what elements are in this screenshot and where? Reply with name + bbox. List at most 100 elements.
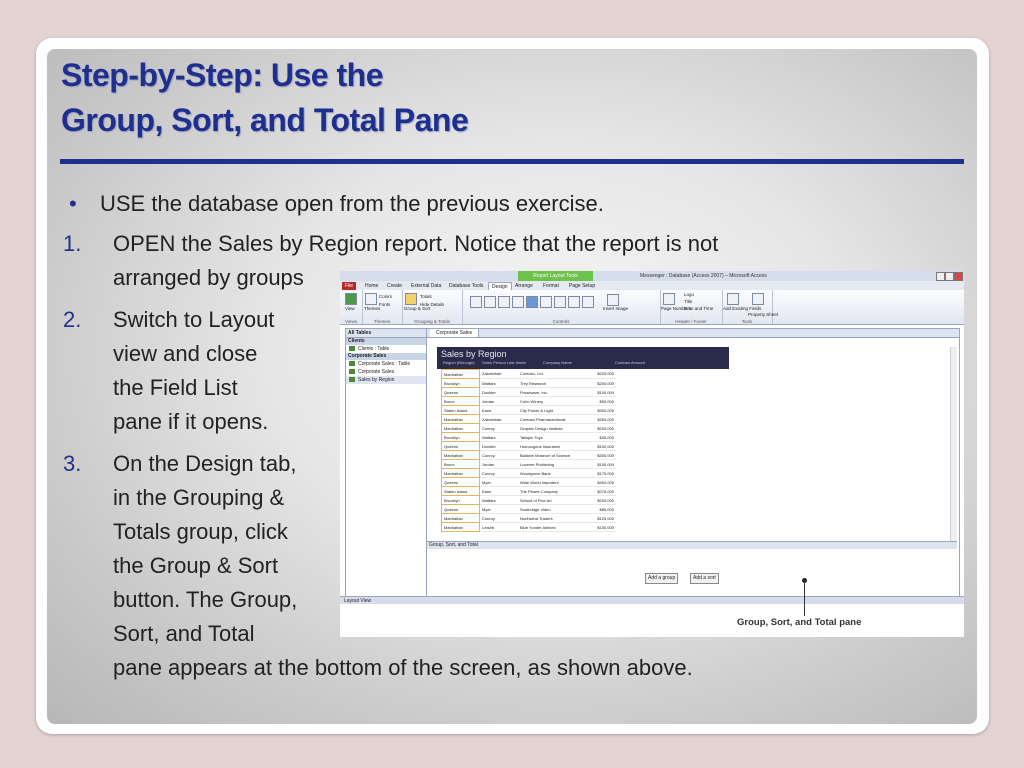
salesperson-cell[interactable]: Leavitt <box>479 522 518 532</box>
company-cell[interactable]: Woodgrove Bank <box>518 468 582 478</box>
nav-section[interactable]: Clients <box>346 338 426 345</box>
nav-item[interactable]: Clients : Table <box>346 345 426 353</box>
add-sort-button[interactable]: Add a sort <box>690 573 719 584</box>
amount-cell[interactable]: $150,000 <box>582 459 616 469</box>
table-row[interactable]: Staten Island Kane City Power & Light $300,… <box>441 405 616 415</box>
region-cell[interactable]: Staten Island <box>441 486 480 496</box>
salesperson-cell[interactable]: Dockter <box>479 387 518 397</box>
company-cell[interactable]: Humongous Insurance <box>518 441 582 451</box>
salesperson-cell[interactable]: Conroy <box>479 423 518 433</box>
company-cell[interactable]: Blue Yonder Airlines <box>518 522 582 532</box>
combo-icon[interactable] <box>540 296 552 308</box>
company-cell[interactable]: School of Fine Art <box>518 495 582 505</box>
salesperson-cell[interactable]: Jordan <box>479 459 518 469</box>
tab-control-icon[interactable] <box>512 296 524 308</box>
view-icon[interactable] <box>345 293 357 305</box>
insert-image-label[interactable]: Insert Image <box>603 306 628 312</box>
table-row[interactable]: Manhattan Zabokritski Contoso, Ltd. $225,00… <box>441 369 616 379</box>
amount-cell[interactable]: $350,000 <box>582 414 616 424</box>
amount-cell[interactable]: $125,000 <box>582 513 616 523</box>
amount-cell[interactable]: $275,000 <box>582 486 616 496</box>
table-row[interactable]: Staten Island Kane The Phone Company $275,0… <box>441 486 616 496</box>
table-row[interactable]: Queens Myer Southridge Video $85,000 <box>441 504 616 514</box>
company-cell[interactable]: Lucerne Publishing <box>518 459 582 469</box>
salesperson-cell[interactable]: Kane <box>479 405 518 415</box>
amount-cell[interactable]: $300,000 <box>582 405 616 415</box>
company-cell[interactable]: Southridge Video <box>518 504 582 514</box>
amount-cell[interactable]: $225,000 <box>582 369 616 379</box>
company-cell[interactable]: Baldwin Museum of Science <box>518 450 582 460</box>
region-cell[interactable]: Manhattan <box>441 522 480 532</box>
nav-section[interactable]: Corporate Sales <box>346 353 426 360</box>
table-row[interactable]: Manhattan Conroy Northwind Traders $125,000 <box>441 513 616 523</box>
region-cell[interactable]: Queens <box>441 504 480 514</box>
region-cell[interactable]: Manhattan <box>441 414 480 424</box>
add-fields-icon[interactable] <box>727 293 739 305</box>
amount-cell[interactable]: $200,000 <box>582 378 616 388</box>
title-label[interactable]: Title <box>684 299 692 305</box>
close-icon[interactable] <box>954 272 963 281</box>
label-icon[interactable] <box>484 296 496 308</box>
company-cell[interactable]: Graphic Design Institute <box>518 423 582 433</box>
nav-header[interactable]: All Tables <box>346 329 426 338</box>
table-row[interactable]: Manhattan Zabokritski Contoso Pharmaceutic… <box>441 414 616 424</box>
insert-image-icon[interactable] <box>607 294 619 306</box>
company-cell[interactable]: Coho Winery <box>518 396 582 406</box>
amount-cell[interactable]: $400,000 <box>582 477 616 487</box>
table-row[interactable]: Manhattan Leavitt Blue Yonder Airlines $150… <box>441 522 616 532</box>
logo-label[interactable]: Logo <box>684 292 694 298</box>
image-icon[interactable] <box>582 296 594 308</box>
checkbox-icon[interactable] <box>568 296 580 308</box>
document-tab[interactable]: Corporate Sales <box>430 329 480 337</box>
salesperson-cell[interactable]: Wattars <box>479 378 518 388</box>
table-row[interactable]: Brooklyn Wattars Trey Research $200,000 <box>441 378 616 388</box>
vertical-scrollbar[interactable] <box>950 347 957 542</box>
salesperson-cell[interactable]: Wattars <box>479 495 518 505</box>
maximize-icon[interactable] <box>945 272 954 281</box>
tab-arrange[interactable]: Arrange <box>512 282 536 290</box>
salesperson-cell[interactable]: Zabokritski <box>479 414 518 424</box>
amount-cell[interactable]: $175,000 <box>582 468 616 478</box>
amount-cell[interactable]: $100,000 <box>582 387 616 397</box>
region-cell[interactable]: Queens <box>441 441 480 451</box>
salesperson-cell[interactable]: Conroy <box>479 450 518 460</box>
button-icon[interactable] <box>498 296 510 308</box>
report-title[interactable]: Sales by Region <box>441 349 507 359</box>
tab-external-data[interactable]: External Data <box>408 282 444 290</box>
table-row[interactable]: Bronx Jordan Lucerne Publishing $150,000 <box>441 459 616 469</box>
table-row[interactable]: Manhattan Conroy Baldwin Museum of Science… <box>441 450 616 460</box>
table-row[interactable]: Queens Dockter Humongous Insurance $150,000 <box>441 441 616 451</box>
table-row[interactable]: Brooklyn Wattars Tailspin Toys $35,000 <box>441 432 616 442</box>
salesperson-cell[interactable]: Myer <box>479 504 518 514</box>
company-cell[interactable]: Trey Research <box>518 378 582 388</box>
page-numbers-icon[interactable] <box>663 293 675 305</box>
salesperson-cell[interactable]: Kane <box>479 486 518 496</box>
fonts-label[interactable]: Fonts <box>379 302 390 308</box>
salesperson-cell[interactable]: Dockter <box>479 441 518 451</box>
amount-cell[interactable]: $150,000 <box>582 522 616 532</box>
amount-cell[interactable]: $85,000 <box>582 504 616 514</box>
region-cell[interactable]: Queens <box>441 477 480 487</box>
region-cell[interactable]: Staten Island <box>441 405 480 415</box>
company-cell[interactable]: Wide World Importers <box>518 477 582 487</box>
property-sheet-icon[interactable] <box>752 293 764 305</box>
salesperson-cell[interactable]: Jordan <box>479 396 518 406</box>
salesperson-cell[interactable]: Conroy <box>479 513 518 523</box>
region-cell[interactable]: Bronx <box>441 396 480 406</box>
salesperson-cell[interactable]: Myer <box>479 477 518 487</box>
region-cell[interactable]: Manhattan <box>441 423 480 433</box>
region-cell[interactable]: Brooklyn <box>441 495 480 505</box>
company-cell[interactable]: City Power & Light <box>518 405 582 415</box>
region-cell[interactable]: Bronx <box>441 459 480 469</box>
amount-cell[interactable]: $50,000 <box>582 396 616 406</box>
salesperson-cell[interactable]: Wattars <box>479 432 518 442</box>
property-sheet-label[interactable]: Property Sheet <box>748 312 778 318</box>
amount-cell[interactable]: $35,000 <box>582 432 616 442</box>
date-time-label[interactable]: Date and Time <box>684 306 713 312</box>
salesperson-cell[interactable]: Conroy <box>479 468 518 478</box>
region-cell[interactable]: Queens <box>441 387 480 397</box>
table-row[interactable]: Queens Myer Wide World Importers $400,000 <box>441 477 616 487</box>
region-cell[interactable]: Manhattan <box>441 450 480 460</box>
table-row[interactable]: Manhattan Conroy Graphic Design Institute $… <box>441 423 616 433</box>
group-sort-icon[interactable] <box>405 293 417 305</box>
